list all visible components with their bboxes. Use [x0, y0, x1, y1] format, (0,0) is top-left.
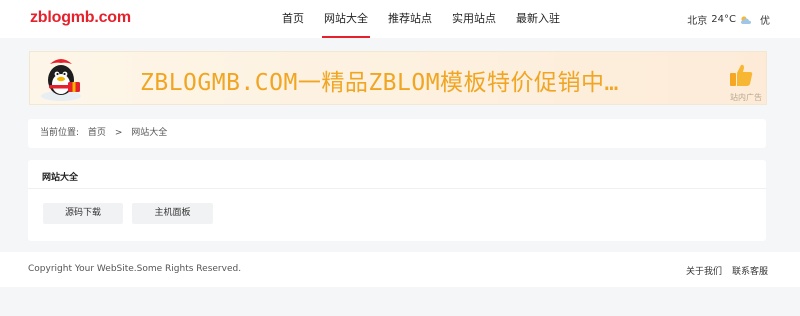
nav-item-newest[interactable]: 最新入驻: [506, 0, 570, 38]
breadcrumb: 当前位置: 首页 > 网站大全: [28, 119, 766, 148]
tag-host-panel[interactable]: 主机面板: [132, 203, 213, 224]
footer-link-about[interactable]: 关于我们: [686, 264, 722, 277]
banner-headline: ZBLOGMB.COM一精品ZBLOM模板特价促销中…: [140, 70, 619, 96]
main-nav: 首页 网站大全 推荐站点 实用站点 最新入驻: [272, 0, 570, 38]
banner-ad[interactable]: ZBLOGMB.COM一精品ZBLOM模板特价促销中… 站内广告: [29, 51, 767, 105]
site-logo[interactable]: zblogmb.com: [30, 9, 131, 27]
site-header: zblogmb.com 首页 网站大全 推荐站点 实用站点 最新入驻 北京 24…: [0, 0, 800, 38]
air-quality: 优: [760, 16, 770, 27]
thumbs-up-icon: [730, 64, 753, 86]
penguin-mascot-icon: [41, 59, 81, 101]
cloudy-icon: [741, 15, 751, 24]
weather-temperature: 24°C: [711, 14, 736, 25]
panel-title: 网站大全: [42, 173, 79, 183]
breadcrumb-home[interactable]: 首页: [88, 128, 106, 138]
breadcrumb-current: 网站大全: [131, 128, 168, 138]
tag-source-download[interactable]: 源码下载: [43, 203, 123, 224]
weather-widget: 北京 24°C 优: [687, 12, 770, 27]
panel-divider: [28, 188, 766, 189]
nav-item-home[interactable]: 首页: [272, 0, 314, 38]
breadcrumb-prefix: 当前位置:: [40, 128, 80, 138]
breadcrumb-separator: >: [114, 128, 123, 138]
nav-item-recommended[interactable]: 推荐站点: [378, 0, 442, 38]
category-panel: 网站大全 源码下载 主机面板: [28, 160, 766, 241]
copyright-text: Copyright Your WebSite.Some Rights Reser…: [28, 264, 242, 274]
footer-link-contact[interactable]: 联系客服: [732, 264, 768, 277]
site-footer: Copyright Your WebSite.Some Rights Reser…: [0, 252, 800, 287]
weather-city: 北京: [687, 16, 708, 27]
ad-label: 站内广告: [730, 93, 762, 102]
nav-item-practical[interactable]: 实用站点: [442, 0, 506, 38]
footer-links: 关于我们 联系客服: [676, 264, 768, 277]
nav-item-site-directory[interactable]: 网站大全: [314, 0, 378, 38]
